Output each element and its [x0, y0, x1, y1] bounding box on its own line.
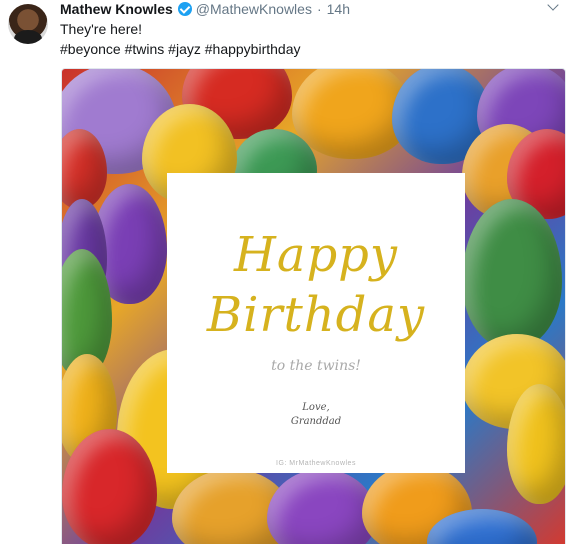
tweet-header: Mathew Knowles @MathewKnowles · 14h	[60, 0, 350, 18]
verified-badge-icon	[177, 2, 192, 16]
card-subtitle: to the twins!	[271, 358, 361, 374]
tweet: Mathew Knowles @MathewKnowles · 14h They…	[0, 0, 572, 544]
balloon	[462, 199, 562, 349]
signature-line: Granddad	[290, 416, 342, 427]
author-handle[interactable]: @MathewKnowles	[196, 1, 312, 17]
watermark: IG: MrMathewKnowles	[276, 460, 356, 467]
birthday-card: Happy Birthday to the twins! Love, Grand…	[167, 173, 465, 473]
tweet-text: They're here!	[60, 21, 143, 37]
tweet-hashtags[interactable]: #beyonce #twins #jayz #happybirthday	[60, 39, 301, 59]
card-heading-line1: Happy	[233, 227, 399, 283]
chevron-down-icon[interactable]	[546, 0, 562, 16]
tweet-media-image[interactable]: Happy Birthday to the twins! Love, Grand…	[61, 68, 566, 544]
tweet-timestamp[interactable]: 14h	[327, 1, 350, 17]
balloon	[507, 384, 565, 504]
balloon	[267, 469, 377, 544]
signoff-line: Love,	[302, 402, 330, 413]
separator-dot: ·	[316, 1, 322, 17]
card-signoff: Love, Granddad	[167, 401, 465, 429]
avatar[interactable]	[8, 4, 48, 44]
card-heading-line2: Birthday	[206, 287, 426, 343]
author-name[interactable]: Mathew Knowles	[60, 1, 173, 17]
